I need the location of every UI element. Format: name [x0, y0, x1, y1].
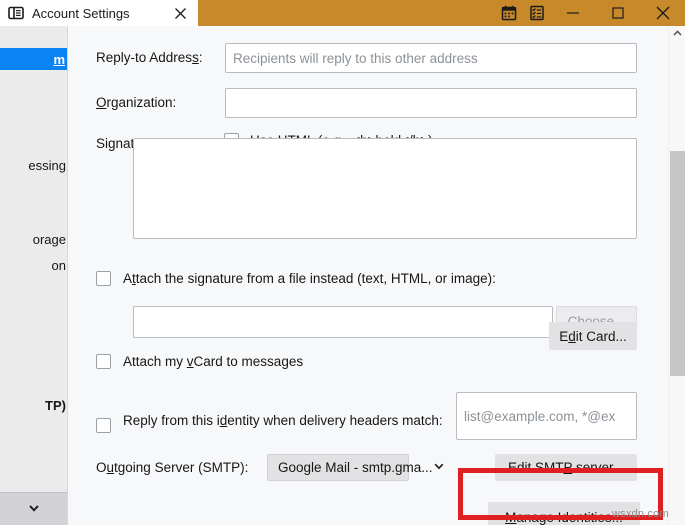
organization-label: Organization: — [96, 95, 177, 110]
attach-vcard-label: Attach my vCard to messages — [123, 354, 304, 369]
chevron-down-icon — [433, 460, 445, 475]
sidebar-item-account-email[interactable]: m — [0, 48, 67, 70]
signature-file-path-input[interactable] — [133, 306, 553, 338]
content-scrollbar[interactable] — [668, 26, 685, 525]
organization-input[interactable] — [225, 88, 637, 118]
titlebar-drag-region — [198, 0, 500, 26]
minimize-button[interactable] — [550, 0, 595, 26]
reply-from-identity-checkbox[interactable] — [96, 418, 111, 433]
sidebar-item-composition-addressing[interactable]: essing — [0, 154, 67, 176]
sidebar-expand-button[interactable] — [0, 492, 67, 525]
reply-to-address-placeholder: Recipients will reply to this other addr… — [233, 50, 478, 66]
maximize-button[interactable] — [595, 0, 640, 26]
title-bar: Account Settings — [0, 0, 685, 26]
sidebar-item-label: m — [53, 51, 65, 67]
close-tab-icon[interactable] — [172, 5, 188, 21]
attach-signature-file-row[interactable]: Attach the signature from a file instead… — [96, 271, 496, 286]
outgoing-server-selected-value: Google Mail - smtp.gma... — [278, 460, 433, 475]
watermark: wsxdn.com — [612, 508, 669, 520]
scroll-up-button[interactable] — [669, 26, 685, 43]
outgoing-server-label-row: Outgoing Server (SMTP): — [96, 460, 248, 475]
sidebar-item-outgoing-server-smtp[interactable]: TP) — [0, 394, 67, 416]
reply-from-identity-label: Reply from this identity when delivery h… — [123, 413, 443, 428]
attach-vcard-row[interactable]: Attach my vCard to messages — [96, 354, 303, 369]
sidebar-item-label: orage — [32, 231, 66, 247]
tab-title: Account Settings — [32, 5, 130, 21]
tab-account-settings[interactable]: Account Settings — [0, 0, 198, 26]
edit-card-button[interactable]: Edit Card... — [549, 322, 637, 350]
reply-to-address-label: Reply-to Address: — [96, 50, 203, 65]
outgoing-server-label: Outgoing Server (SMTP): — [96, 460, 249, 475]
reply-to-address-input[interactable]: Recipients will reply to this other addr… — [225, 43, 637, 73]
edit-smtp-server-button-label: Edit SMTP server... — [507, 460, 625, 475]
sidebar-item-label: on — [51, 257, 66, 273]
account-settings-icon — [8, 5, 24, 21]
outgoing-server-dropdown[interactable]: Google Mail - smtp.gma... — [267, 454, 443, 481]
chevron-up-icon — [672, 27, 683, 42]
organization-label-row: Organization: — [96, 95, 176, 110]
attach-vcard-checkbox[interactable] — [96, 354, 111, 369]
signature-text-textarea[interactable] — [133, 138, 637, 239]
chevron-down-icon — [27, 501, 41, 518]
sidebar-item-end-to-end-encryption[interactable]: on — [0, 254, 67, 276]
calendar-icon[interactable] — [500, 4, 518, 22]
tasks-icon[interactable] — [528, 4, 546, 22]
close-button[interactable] — [640, 0, 685, 26]
reply-to-address-label-row: Reply-to Address: — [96, 50, 203, 65]
attach-signature-file-checkbox[interactable] — [96, 271, 111, 286]
edit-smtp-server-button[interactable]: Edit SMTP server... — [495, 454, 637, 481]
accounts-sidebar[interactable]: m essing orage on TP) — [0, 26, 68, 525]
reply-from-identity-row[interactable]: Reply from this identity when delivery h… — [96, 407, 453, 435]
delivery-headers-placeholder: list@example.com, *@ex — [464, 408, 616, 424]
attach-signature-file-label: Attach the signature from a file instead… — [123, 271, 496, 286]
delivery-headers-input[interactable]: list@example.com, *@ex — [456, 392, 637, 440]
identity-settings-pane: Reply-to Address: Recipients will reply … — [68, 26, 668, 525]
sidebar-item-label: essing — [28, 157, 66, 173]
titlebar-quick-icons — [500, 0, 550, 26]
edit-card-button-label: Edit Card... — [559, 328, 627, 344]
manage-identities-button-label: Manage Identities... — [505, 510, 623, 525]
sidebar-item-label: TP) — [45, 397, 66, 413]
sidebar-item-synchronization-storage[interactable]: orage — [0, 228, 67, 250]
scrollbar-thumb[interactable] — [670, 151, 685, 376]
window-controls — [550, 0, 685, 26]
